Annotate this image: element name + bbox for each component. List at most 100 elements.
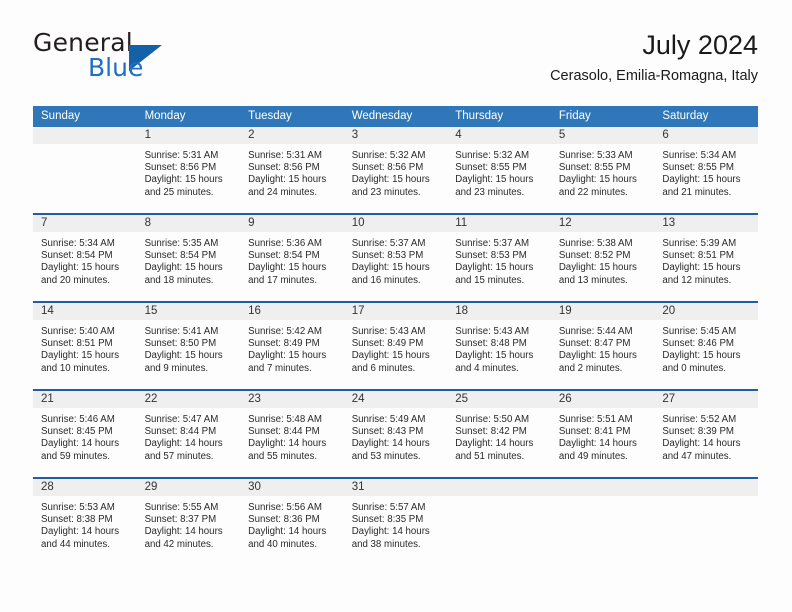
calendar-day-cell[interactable]: 18 Sunrise: 5:43 AM Sunset: 8:48 PM Dayligh… <box>447 301 551 390</box>
daylight-text-line1: Daylight: 15 hours <box>662 350 741 362</box>
calendar-day-cell[interactable]: 2 Sunrise: 5:31 AM Sunset: 8:56 PM Daylight… <box>240 127 344 214</box>
day-cell-inner: 8 Sunrise: 5:35 AM Sunset: 8:54 PM Daylight… <box>136 215 241 301</box>
calendar-day-cell[interactable]: 28 Sunrise: 5:53 AM Sunset: 8:38 PM Dayligh… <box>33 477 137 565</box>
calendar-day-cell[interactable]: 6 Sunrise: 5:34 AM Sunset: 8:55 PM Daylight… <box>654 127 758 214</box>
sunset-text: Sunset: 8:42 PM <box>455 426 527 438</box>
daylight-text-line2: and 47 minutes. <box>662 450 732 462</box>
day-cell-inner: 18 Sunrise: 5:43 AM Sunset: 8:48 PM Dayligh… <box>447 303 551 389</box>
daylight-text-line1: Daylight: 14 hours <box>455 438 534 450</box>
day-cell-inner: 19 Sunrise: 5:44 AM Sunset: 8:47 PM Dayligh… <box>550 303 655 389</box>
day-number: 29 <box>136 479 241 496</box>
day-details: Sunrise: 5:53 AM Sunset: 8:38 PM Daylight:… <box>33 496 137 551</box>
calendar-day-cell[interactable]: 24 Sunrise: 5:49 AM Sunset: 8:43 PM Dayligh… <box>343 389 448 478</box>
daylight-text-line1: Daylight: 15 hours <box>558 262 637 274</box>
calendar-day-cell[interactable]: 14 Sunrise: 5:40 AM Sunset: 8:51 PM Dayligh… <box>33 301 137 390</box>
sunrise-text: Sunrise: 5:55 AM <box>144 502 219 513</box>
calendar-day-cell[interactable]: 1 Sunrise: 5:31 AM Sunset: 8:56 PM Daylight… <box>136 127 241 214</box>
daylight-text-line1: Daylight: 14 hours <box>351 526 430 538</box>
day-number: 3 <box>343 127 448 144</box>
calendar-day-cell[interactable]: 17 Sunrise: 5:43 AM Sunset: 8:49 PM Dayligh… <box>343 301 448 390</box>
day-details: Sunrise: 5:55 AM Sunset: 8:37 PM Daylight:… <box>137 496 241 551</box>
day-details: Sunrise: 5:43 AM Sunset: 8:49 PM Daylight:… <box>344 320 448 375</box>
day-number: 17 <box>343 303 448 320</box>
day-details: Sunrise: 5:33 AM Sunset: 8:55 PM Daylight:… <box>551 144 655 199</box>
sunset-text: Sunset: 8:53 PM <box>351 250 424 262</box>
weekday-header-friday: Friday <box>550 106 655 127</box>
daylight-text-line1: Daylight: 14 hours <box>558 438 637 450</box>
daylight-text-line2: and 53 minutes. <box>351 450 421 462</box>
day-number: 28 <box>33 479 137 496</box>
daylight-text-line1: Daylight: 14 hours <box>248 526 327 538</box>
daylight-text-line1: Daylight: 15 hours <box>41 350 120 362</box>
daylight-text-line2: and 51 minutes. <box>455 450 525 462</box>
day-details: Sunrise: 5:32 AM Sunset: 8:56 PM Daylight:… <box>344 144 448 199</box>
sunrise-text: Sunrise: 5:48 AM <box>248 414 322 425</box>
calendar-day-cell[interactable]: 26 Sunrise: 5:51 AM Sunset: 8:41 PM Dayligh… <box>550 389 655 478</box>
calendar-day-cell[interactable]: 5 Sunrise: 5:33 AM Sunset: 8:55 PM Daylight… <box>550 127 655 214</box>
calendar-day-cell[interactable]: 3 Sunrise: 5:32 AM Sunset: 8:56 PM Daylight… <box>343 127 448 214</box>
day-number: 4 <box>447 127 551 144</box>
sunrise-text: Sunrise: 5:53 AM <box>41 502 115 513</box>
calendar-day-cell[interactable]: 23 Sunrise: 5:48 AM Sunset: 8:44 PM Dayligh… <box>240 389 344 478</box>
sunrise-text: Sunrise: 5:41 AM <box>144 326 219 337</box>
calendar-day-cell[interactable]: 20 Sunrise: 5:45 AM Sunset: 8:46 PM Dayligh… <box>654 301 758 390</box>
sunrise-text: Sunrise: 5:57 AM <box>351 502 426 513</box>
calendar-day-cell[interactable]: 11 Sunrise: 5:37 AM Sunset: 8:53 PM Dayligh… <box>447 213 551 302</box>
daylight-text-line1: Daylight: 15 hours <box>662 262 741 274</box>
day-details: Sunrise: 5:52 AM Sunset: 8:39 PM Daylight:… <box>654 408 758 463</box>
calendar-day-cell[interactable]: 31 Sunrise: 5:57 AM Sunset: 8:35 PM Dayligh… <box>343 477 448 565</box>
day-number: 21 <box>33 391 137 408</box>
calendar-day-cell[interactable]: 22 Sunrise: 5:47 AM Sunset: 8:44 PM Dayligh… <box>136 389 241 478</box>
calendar-day-cell[interactable]: 27 Sunrise: 5:52 AM Sunset: 8:39 PM Dayligh… <box>654 389 758 478</box>
daylight-text-line1: Daylight: 14 hours <box>248 438 327 450</box>
daylight-text-line2: and 22 minutes. <box>558 186 628 198</box>
day-number <box>550 479 655 496</box>
day-cell-inner: 17 Sunrise: 5:43 AM Sunset: 8:49 PM Dayligh… <box>343 303 448 389</box>
sunrise-text: Sunrise: 5:32 AM <box>455 150 530 161</box>
daylight-text-line2: and 40 minutes. <box>248 538 318 550</box>
sunset-text: Sunset: 8:52 PM <box>558 250 631 262</box>
day-cell-inner: 2 Sunrise: 5:31 AM Sunset: 8:56 PM Daylight… <box>240 127 344 213</box>
calendar-day-cell[interactable]: 13 Sunrise: 5:39 AM Sunset: 8:51 PM Dayligh… <box>654 213 758 302</box>
calendar-day-cell[interactable]: 9 Sunrise: 5:36 AM Sunset: 8:54 PM Daylight… <box>240 213 344 302</box>
sunset-text: Sunset: 8:48 PM <box>455 338 527 350</box>
calendar-day-cell[interactable]: 15 Sunrise: 5:41 AM Sunset: 8:50 PM Dayligh… <box>136 301 241 390</box>
calendar-day-cell[interactable]: 10 Sunrise: 5:37 AM Sunset: 8:53 PM Dayligh… <box>343 213 448 302</box>
daylight-text-line2: and 20 minutes. <box>41 274 110 286</box>
sunset-text: Sunset: 8:39 PM <box>662 426 734 438</box>
page-header: General Blue July 2024 Cerasolo, Emilia-… <box>33 28 758 98</box>
calendar-day-cell[interactable]: 30 Sunrise: 5:56 AM Sunset: 8:36 PM Dayligh… <box>240 477 344 565</box>
page-title: July 2024 <box>642 30 758 60</box>
calendar-day-cell[interactable]: 12 Sunrise: 5:38 AM Sunset: 8:52 PM Dayligh… <box>550 213 655 302</box>
calendar-day-cell[interactable]: 8 Sunrise: 5:35 AM Sunset: 8:54 PM Daylight… <box>136 213 241 302</box>
day-cell-inner: 22 Sunrise: 5:47 AM Sunset: 8:44 PM Dayligh… <box>136 391 241 477</box>
calendar-day-cell[interactable]: 21 Sunrise: 5:46 AM Sunset: 8:45 PM Dayligh… <box>33 389 137 478</box>
daylight-text-line2: and 24 minutes. <box>248 186 318 198</box>
calendar-day-cell[interactable]: 16 Sunrise: 5:42 AM Sunset: 8:49 PM Dayligh… <box>240 301 344 390</box>
day-details: Sunrise: 5:49 AM Sunset: 8:43 PM Daylight:… <box>344 408 448 463</box>
day-number: 7 <box>33 215 137 232</box>
day-details: Sunrise: 5:31 AM Sunset: 8:56 PM Daylight:… <box>240 144 344 199</box>
calendar-day-cell[interactable]: 25 Sunrise: 5:50 AM Sunset: 8:42 PM Dayligh… <box>447 389 551 478</box>
day-details: Sunrise: 5:41 AM Sunset: 8:50 PM Daylight:… <box>137 320 241 375</box>
sunset-text: Sunset: 8:54 PM <box>41 250 113 262</box>
calendar-day-cell[interactable]: 29 Sunrise: 5:55 AM Sunset: 8:37 PM Dayligh… <box>136 477 241 565</box>
calendar-day-cell[interactable]: 7 Sunrise: 5:34 AM Sunset: 8:54 PM Daylight… <box>33 213 137 302</box>
day-details: Sunrise: 5:39 AM Sunset: 8:51 PM Daylight:… <box>654 232 758 287</box>
day-cell-inner: 24 Sunrise: 5:49 AM Sunset: 8:43 PM Dayligh… <box>343 391 448 477</box>
sunrise-text: Sunrise: 5:49 AM <box>351 414 426 425</box>
day-details: Sunrise: 5:31 AM Sunset: 8:56 PM Daylight:… <box>137 144 241 199</box>
day-number: 6 <box>654 127 758 144</box>
day-number: 15 <box>136 303 241 320</box>
sunset-text: Sunset: 8:56 PM <box>144 162 217 174</box>
general-blue-logo[interactable]: General Blue <box>33 28 263 90</box>
sunrise-text: Sunrise: 5:37 AM <box>351 238 426 249</box>
sunrise-text: Sunrise: 5:56 AM <box>248 502 322 513</box>
calendar-day-cell[interactable]: 4 Sunrise: 5:32 AM Sunset: 8:55 PM Daylight… <box>447 127 551 214</box>
calendar-day-cell[interactable]: 19 Sunrise: 5:44 AM Sunset: 8:47 PM Dayligh… <box>550 301 655 390</box>
day-cell-inner: 5 Sunrise: 5:33 AM Sunset: 8:55 PM Daylight… <box>550 127 655 213</box>
daylight-text-line2: and 42 minutes. <box>144 538 214 550</box>
day-details: Sunrise: 5:46 AM Sunset: 8:45 PM Daylight:… <box>33 408 137 463</box>
daylight-text-line1: Daylight: 14 hours <box>144 526 223 538</box>
daylight-text-line2: and 10 minutes. <box>41 362 110 374</box>
